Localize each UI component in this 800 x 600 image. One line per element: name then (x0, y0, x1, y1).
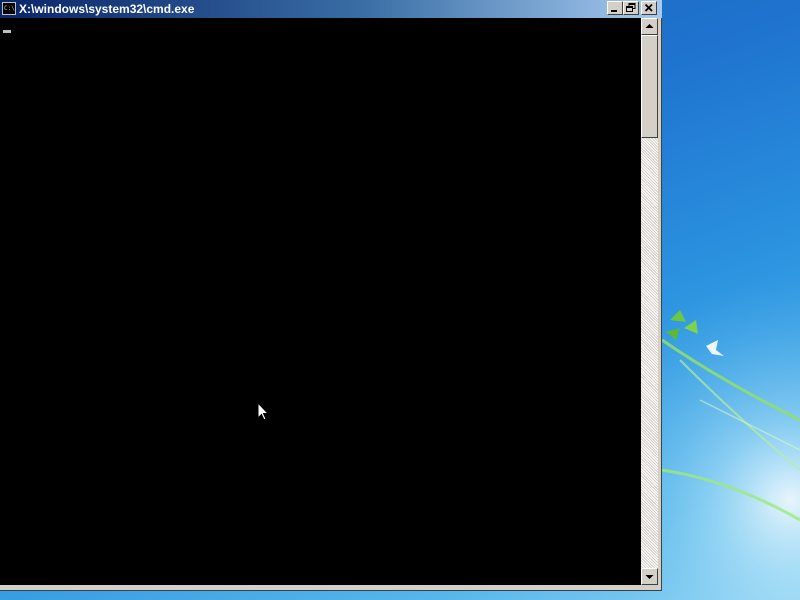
minimize-icon (611, 10, 617, 12)
console-output[interactable] (0, 18, 641, 585)
scroll-thumb[interactable] (641, 35, 658, 138)
window-title: X:\windows\system32\cmd.exe (19, 2, 195, 16)
vertical-scrollbar[interactable] (641, 18, 658, 585)
scroll-down-button[interactable] (641, 568, 658, 585)
desktop[interactable]: C:\ X:\windows\system32\cmd.exe (0, 0, 800, 600)
arrow-down-icon (645, 575, 654, 579)
cmd-window[interactable]: C:\ X:\windows\system32\cmd.exe (0, 0, 662, 591)
scroll-up-button[interactable] (641, 18, 658, 35)
restore-button[interactable] (623, 1, 639, 15)
restore-icon (626, 3, 636, 12)
close-button[interactable] (641, 1, 657, 15)
cmd-app-icon[interactable]: C:\ (2, 2, 16, 15)
title-bar[interactable]: C:\ X:\windows\system32\cmd.exe (0, 0, 662, 18)
minimize-button[interactable] (607, 1, 623, 15)
close-icon (644, 3, 653, 12)
mouse-pointer-icon (257, 402, 270, 421)
arrow-up-icon (645, 24, 654, 28)
text-cursor (3, 30, 11, 33)
